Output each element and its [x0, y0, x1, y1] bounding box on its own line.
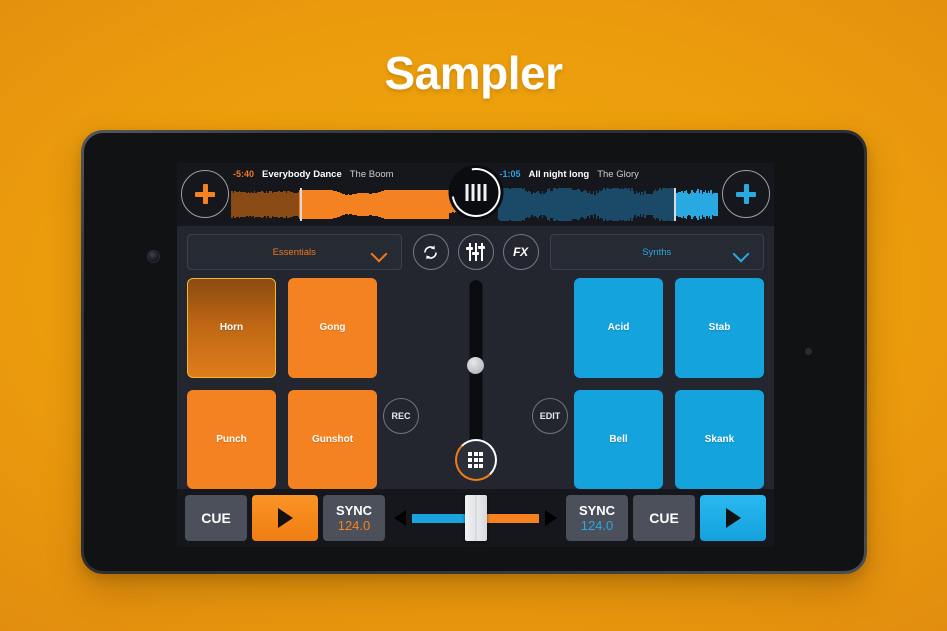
rec-button[interactable]: REC	[383, 398, 419, 434]
fx-button[interactable]: FX	[502, 234, 539, 270]
deck-header: -5:40 Everybody Dance The Boom -1:05 All…	[177, 163, 775, 227]
sample-pad-label: Gong	[319, 322, 346, 334]
sample-bank-left-label: Essentials	[272, 246, 316, 258]
pad-grid-left: Horn Gong Punch Gunshot	[187, 278, 377, 489]
sample-volume-fader[interactable]	[467, 280, 484, 456]
play-button-left[interactable]	[252, 495, 318, 541]
crossfader[interactable]	[390, 495, 561, 541]
edit-button[interactable]: EDIT	[532, 398, 568, 434]
play-icon	[277, 508, 293, 528]
load-track-button-left[interactable]	[181, 170, 229, 218]
sample-pad-label: Punch	[216, 433, 247, 445]
page-title: Sampler	[384, 47, 563, 99]
deck-left-track-artist: The Boom	[349, 169, 394, 180]
play-icon	[725, 508, 741, 528]
app-screen: -5:40 Everybody Dance The Boom -1:05 All…	[177, 163, 774, 547]
sample-bank-dropdown-right[interactable]: Synths	[549, 234, 764, 270]
deck-left-playhead-start	[299, 188, 302, 221]
deck-right-track-artist: The Glory	[597, 169, 639, 180]
sample-bank-right-label: Synths	[642, 246, 672, 258]
deck-right-track-title: All night long	[528, 169, 590, 180]
chevron-down-icon	[372, 248, 387, 257]
loop-icon[interactable]	[412, 234, 449, 270]
plus-icon	[195, 184, 215, 204]
pad-grid-right: Acid Stab Bell Skank	[574, 278, 764, 489]
arrow-right-icon	[545, 510, 557, 526]
sample-pad-label: Bell	[609, 433, 628, 445]
sync-button-right[interactable]: SYNC 124.0	[566, 495, 628, 541]
fader-knob[interactable]	[467, 357, 484, 375]
plus-icon	[736, 184, 756, 204]
sample-pad-bell[interactable]: Bell	[574, 389, 663, 489]
sync-label-left: SYNC	[335, 503, 373, 518]
grid-glyph	[467, 452, 484, 468]
tablet-device: -5:40 Everybody Dance The Boom -1:05 All…	[81, 130, 867, 574]
deck-left-waveform[interactable]	[231, 188, 460, 221]
play-button-right[interactable]	[700, 495, 766, 541]
bpm-value-right: 124.0	[580, 518, 614, 533]
eq-glyph	[466, 243, 485, 261]
sync-button-left[interactable]: SYNC 124.0	[323, 495, 385, 541]
center-controls: REC EDIT	[377, 278, 574, 489]
deck-right: -1:05 All night long The Glory	[476, 163, 775, 226]
sample-bank-dropdown-left[interactable]: Essentials	[187, 234, 402, 270]
deck-right-time: -1:05	[499, 169, 521, 179]
pad-grid-icon[interactable]	[454, 439, 497, 481]
sample-pad-horn[interactable]: Horn	[187, 278, 276, 378]
sample-pad-gong[interactable]: Gong	[288, 278, 377, 378]
sample-pad-stab[interactable]: Stab	[675, 278, 764, 378]
sample-pad-label: Skank	[704, 433, 735, 445]
crossfader-handle[interactable]	[464, 495, 487, 541]
deck-right-playhead-start	[673, 188, 676, 221]
deck-left: -5:40 Everybody Dance The Boom	[177, 163, 476, 226]
crossfader-track[interactable]	[412, 495, 539, 541]
cue-button-left[interactable]: CUE	[185, 495, 247, 541]
center-tool-buttons: FX	[402, 234, 550, 270]
sample-pad-punch[interactable]: Punch	[187, 389, 276, 489]
sync-label-right: SYNC	[578, 503, 616, 518]
bpm-value-left: 124.0	[337, 518, 371, 533]
load-track-button-right[interactable]	[722, 170, 770, 218]
chevron-down-icon	[734, 248, 749, 257]
fx-label: FX	[513, 245, 528, 259]
waveform-bar	[716, 193, 718, 216]
cue-button-right[interactable]: CUE	[633, 495, 695, 541]
sample-pad-acid[interactable]: Acid	[574, 278, 663, 378]
eq-faders-icon[interactable]	[457, 234, 494, 270]
selector-row: Essentials FX Synths	[177, 226, 774, 276]
camera-icon	[148, 251, 159, 262]
transport-bar: CUE SYNC 124.0 SYNC 124.0 CUE	[177, 489, 774, 547]
tablet-screen-bezel: -5:40 Everybody Dance The Boom -1:05 All…	[84, 133, 864, 571]
pad-area: Horn Gong Punch Gunshot REC EDIT Acid Stab Be…	[177, 276, 774, 489]
sample-pad-gunshot[interactable]: Gunshot	[288, 389, 377, 489]
vinyl-jog-icon[interactable]	[441, 163, 510, 227]
arrow-left-icon	[394, 510, 406, 526]
sample-pad-label: Acid	[607, 322, 630, 334]
sample-pad-label: Stab	[708, 322, 731, 334]
deck-right-waveform[interactable]	[497, 188, 719, 221]
sample-pad-label: Gunshot	[311, 433, 354, 445]
deck-left-track-title: Everybody Dance	[262, 169, 342, 180]
light-sensor-icon	[805, 348, 812, 355]
sample-pad-label: Horn	[219, 322, 244, 334]
sample-pad-skank[interactable]: Skank	[675, 389, 764, 489]
deck-left-time: -5:40	[233, 169, 255, 179]
